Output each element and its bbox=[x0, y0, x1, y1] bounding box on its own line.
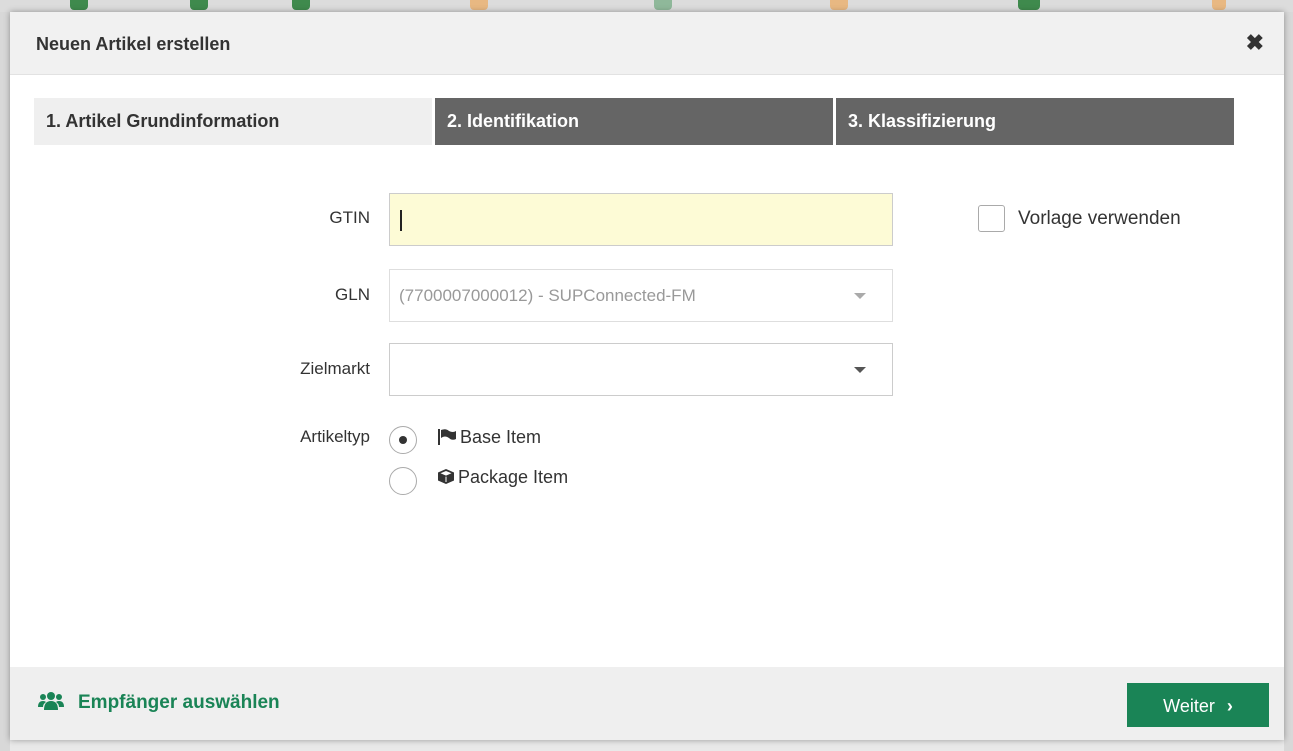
background-page-strip bbox=[0, 0, 1293, 12]
chevron-down-icon bbox=[854, 367, 866, 373]
text-caret bbox=[400, 210, 402, 231]
gln-label: GLN bbox=[335, 285, 370, 304]
template-checkbox-label[interactable]: Vorlage verwenden bbox=[1018, 208, 1181, 230]
next-button[interactable]: Weiter › bbox=[1127, 683, 1269, 727]
step-tab-klassifizierung[interactable]: 3. Klassifizierung bbox=[836, 98, 1234, 145]
dialog-title: Neuen Artikel erstellen bbox=[36, 34, 231, 54]
background-icon bbox=[1212, 0, 1226, 10]
radio-base-item-label[interactable]: Base Item bbox=[437, 427, 541, 448]
background-icon bbox=[1018, 0, 1040, 10]
artikeltyp-label: Artikeltyp bbox=[300, 427, 370, 446]
gln-select-value: (7700007000012) - SUPConnected-FM bbox=[399, 286, 696, 305]
step-tab-grundinformation[interactable]: 1. Artikel Grundinformation bbox=[34, 98, 432, 145]
close-icon[interactable]: ✖ bbox=[1246, 32, 1264, 54]
background-icon bbox=[470, 0, 488, 10]
next-button-label: Weiter bbox=[1163, 696, 1215, 716]
gln-select[interactable]: (7700007000012) - SUPConnected-FM bbox=[389, 269, 893, 322]
cube-icon bbox=[438, 469, 454, 484]
background-right-edge bbox=[1284, 12, 1293, 751]
dialog-footer: Empfänger auswählen Weiter › bbox=[10, 667, 1284, 740]
gtin-input[interactable] bbox=[389, 193, 893, 246]
step-tab-identifikation[interactable]: 2. Identifikation bbox=[435, 98, 833, 145]
radio-base-item[interactable] bbox=[389, 426, 417, 454]
background-icon bbox=[654, 0, 672, 10]
background-icon bbox=[190, 0, 208, 10]
wizard-steps: 1. Artikel Grundinformation 2. Identifik… bbox=[34, 98, 1234, 145]
select-recipients-label: Empfänger auswählen bbox=[78, 692, 280, 713]
flag-icon bbox=[438, 429, 456, 445]
radio-package-item-label[interactable]: Package Item bbox=[437, 467, 568, 488]
dialog-header: Neuen Artikel erstellen ✖ bbox=[10, 12, 1284, 75]
select-recipients-link[interactable]: Empfänger auswählen bbox=[38, 691, 280, 714]
background-icon bbox=[70, 0, 88, 10]
create-article-dialog: Neuen Artikel erstellen ✖ 1. Artikel Gru… bbox=[10, 12, 1284, 740]
zielmarkt-label: Zielmarkt bbox=[300, 359, 370, 378]
zielmarkt-select[interactable] bbox=[389, 343, 893, 396]
background-icon bbox=[830, 0, 848, 10]
radio-package-item[interactable] bbox=[389, 467, 417, 495]
chevron-right-icon: › bbox=[1226, 696, 1233, 716]
background-icon bbox=[292, 0, 310, 10]
users-icon bbox=[38, 692, 64, 710]
gtin-label: GTIN bbox=[329, 208, 370, 227]
chevron-down-icon bbox=[854, 293, 866, 299]
template-checkbox[interactable] bbox=[978, 205, 1005, 232]
background-left-edge bbox=[0, 12, 10, 751]
